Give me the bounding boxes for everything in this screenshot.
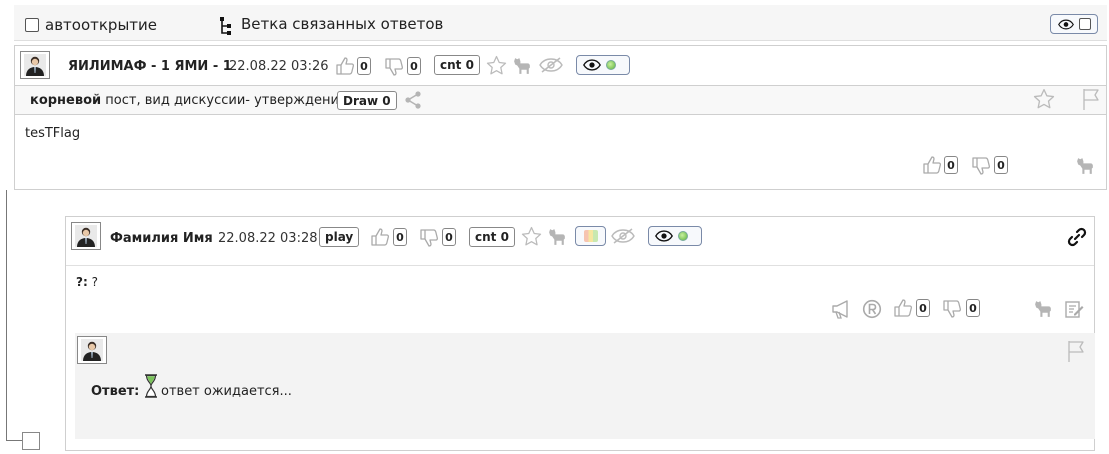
dislike-icon[interactable] — [419, 228, 439, 248]
collapse-toggle[interactable] — [22, 432, 40, 450]
dislike-icon[interactable] — [384, 57, 404, 77]
view-status-toggle[interactable] — [648, 226, 702, 246]
author-name[interactable]: Фамилия Имя — [110, 231, 213, 246]
color-tags-toggle[interactable] — [575, 226, 606, 246]
post-date: 22.08.22 03:28 — [218, 231, 318, 246]
star-icon[interactable] — [521, 226, 542, 247]
dislike-count: 0 — [407, 57, 421, 75]
root-label: корневой — [30, 93, 102, 108]
status-dot-icon — [678, 231, 688, 241]
edit-icon[interactable] — [1064, 299, 1084, 319]
registered-icon[interactable] — [862, 299, 882, 319]
flag-icon[interactable] — [1066, 340, 1086, 362]
eye-icon — [655, 230, 673, 242]
dislike-icon[interactable] — [942, 299, 962, 319]
branch-tree-link[interactable]: Ветка связанных ответов — [241, 15, 443, 33]
question-text: ?: ? — [76, 275, 98, 289]
dog-icon[interactable] — [1033, 298, 1054, 319]
like-icon[interactable] — [370, 227, 390, 247]
autoopen-checkbox[interactable] — [25, 18, 39, 36]
dislike-icon[interactable] — [971, 156, 991, 176]
flag-icon[interactable] — [1081, 88, 1101, 110]
like-count: 0 — [944, 156, 958, 174]
share-icon[interactable] — [403, 90, 423, 110]
star-icon[interactable] — [1033, 88, 1055, 110]
like-count: 0 — [357, 57, 371, 75]
branch-tree-icon[interactable] — [219, 16, 233, 36]
divider — [66, 265, 1094, 266]
like-icon[interactable] — [922, 155, 942, 175]
dislike-count: 0 — [442, 228, 456, 246]
eye-icon — [1058, 19, 1074, 30]
avatar[interactable] — [77, 336, 107, 364]
toolbar: автооткрытие Ветка связанных ответов — [14, 5, 1107, 41]
answer-label: Ответ: — [91, 384, 140, 399]
like-icon[interactable] — [893, 298, 913, 318]
color-tags-icon — [583, 230, 598, 242]
root-description: пост, вид дискуссии- утверждение — [101, 93, 347, 108]
cnt-badge[interactable]: cnt 0 — [434, 55, 480, 75]
dislike-count: 0 — [994, 156, 1008, 174]
play-button[interactable]: play — [319, 227, 360, 247]
megaphone-icon[interactable] — [831, 299, 853, 319]
eye-icon — [583, 59, 601, 71]
question-value: ? — [87, 275, 98, 289]
eye-off-icon[interactable] — [611, 228, 635, 244]
answer-status: ответ ожидается... — [161, 384, 292, 399]
like-count: 0 — [393, 228, 407, 246]
dog-icon[interactable] — [547, 226, 568, 247]
dislike-count: 0 — [966, 299, 980, 317]
hourglass-icon — [144, 374, 158, 398]
eye-off-icon[interactable] — [539, 57, 563, 73]
post-type-bar: корневой пост, вид дискуссии- утверждени… — [14, 85, 1107, 115]
like-icon[interactable] — [335, 56, 355, 76]
like-count: 0 — [916, 299, 930, 317]
thread-line — [6, 190, 7, 440]
post-type-text: корневой пост, вид дискуссии- утверждени… — [30, 93, 347, 108]
avatar[interactable] — [71, 222, 101, 250]
question-label: ?: — [76, 275, 88, 289]
dog-icon[interactable] — [1075, 155, 1096, 176]
draw-badge[interactable]: Draw 0 — [337, 91, 397, 110]
cnt-badge[interactable]: cnt 0 — [469, 227, 515, 247]
autoopen-label: автооткрытие — [45, 16, 158, 34]
visibility-toggle[interactable] — [1050, 14, 1098, 34]
author-name[interactable]: ЯИЛИМАФ - 1 ЯМИ - 1 — [68, 59, 232, 74]
post-date: 22.08.22 03:26 — [229, 59, 329, 74]
visibility-checkbox[interactable] — [1078, 18, 1091, 30]
link-icon[interactable] — [1066, 226, 1088, 248]
dog-icon[interactable] — [512, 55, 533, 76]
avatar[interactable] — [20, 51, 50, 79]
view-status-toggle[interactable] — [576, 55, 630, 75]
star-icon[interactable] — [486, 55, 507, 76]
thread-line-horizontal — [6, 440, 22, 441]
post-body: tesTFlag — [25, 126, 81, 141]
status-dot-icon — [606, 60, 616, 70]
autoopen-checkbox-box[interactable] — [25, 18, 39, 32]
